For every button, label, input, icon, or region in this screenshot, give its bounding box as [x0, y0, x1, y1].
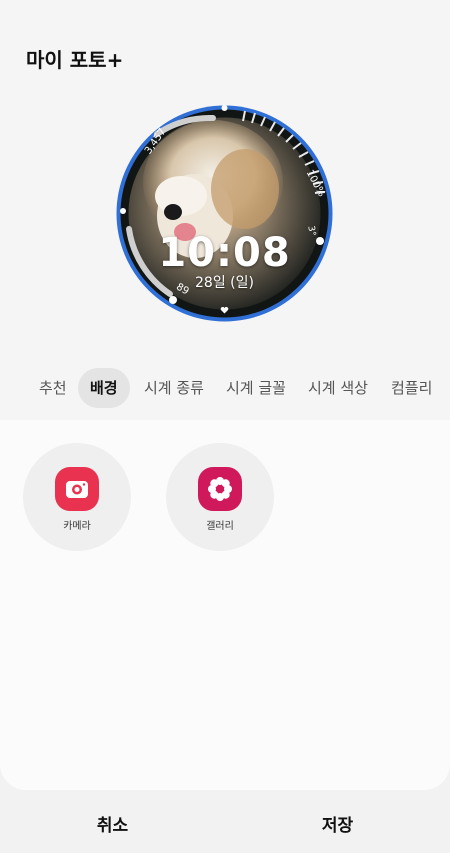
- background-options: 카메라 갤러리: [0, 420, 450, 790]
- customization-tabs: 추천 배경 시계 종류 시계 글꼴 시계 색상 컴플리: [0, 368, 450, 408]
- tab-watch-type[interactable]: 시계 종류: [132, 368, 216, 408]
- page-title: 마이 포토+: [26, 48, 124, 72]
- save-button[interactable]: 저장: [225, 806, 450, 846]
- gallery-option[interactable]: 갤러리: [166, 443, 274, 551]
- camera-label: 카메라: [63, 521, 91, 532]
- preview-panel: 마이 포토+ 3,457 100% 89 3° 10:08 28일 (일) 추천…: [0, 0, 450, 420]
- camera-icon: [55, 467, 99, 511]
- tab-watch-font[interactable]: 시계 글꼴: [214, 368, 298, 408]
- tab-watch-color[interactable]: 시계 색상: [296, 368, 380, 408]
- watch-face-preview: 3,457 100% 89 3° 10:08 28일 (일): [115, 104, 334, 323]
- gallery-label: 갤러리: [206, 521, 234, 532]
- cancel-button[interactable]: 취소: [0, 806, 225, 846]
- tab-background[interactable]: 배경: [78, 368, 130, 408]
- watch-time: 10:08: [158, 230, 291, 276]
- flower-icon: [198, 467, 242, 511]
- tab-recommended[interactable]: 추천: [27, 368, 79, 408]
- watch-date: 28일 (일): [195, 275, 254, 291]
- bottom-action-bar: 취소 저장: [0, 796, 450, 853]
- camera-option[interactable]: 카메라: [23, 443, 131, 551]
- tab-complications[interactable]: 컴플리: [379, 368, 444, 408]
